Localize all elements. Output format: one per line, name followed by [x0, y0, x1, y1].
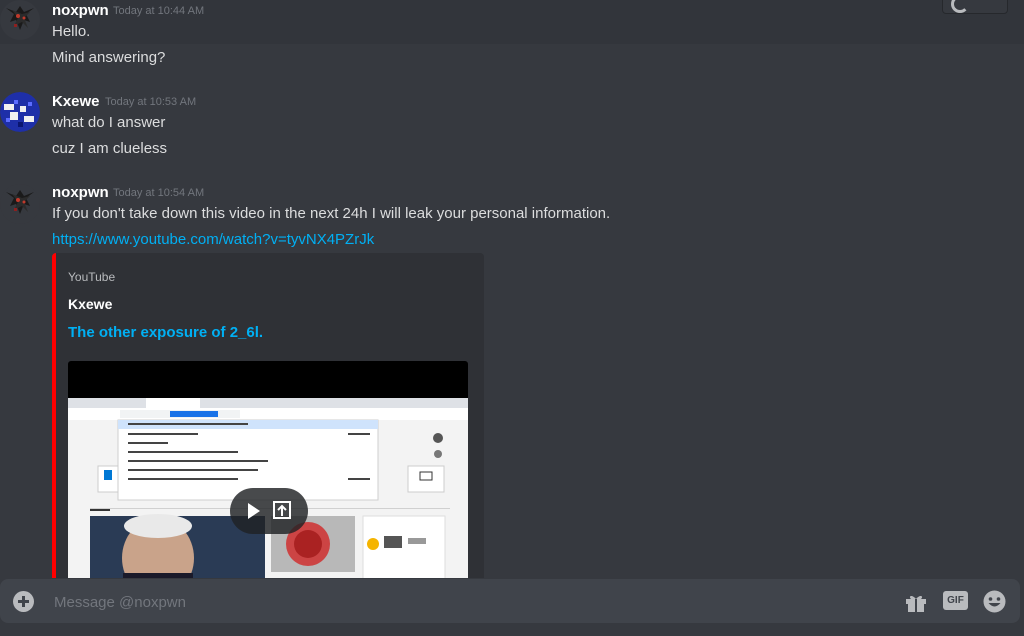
message-text: Mind answering? — [52, 49, 166, 66]
add-icon[interactable] — [13, 591, 34, 612]
reaction-icon[interactable] — [951, 0, 969, 13]
message-username[interactable]: Kxewe — [52, 93, 100, 110]
message-text: what do I answer — [52, 114, 166, 131]
kxewe-avatar-icon[interactable] — [0, 92, 40, 132]
gift-icon[interactable] — [904, 590, 928, 614]
noxpwn-avatar-icon[interactable] — [0, 0, 40, 40]
message-actions-toolbar[interactable] — [942, 0, 1008, 14]
gif-icon[interactable]: GIF — [943, 591, 968, 610]
message-timestamp: Today at 10:53 AM — [105, 96, 197, 108]
message-username[interactable]: noxpwn — [52, 2, 109, 19]
embed-author[interactable]: Kxewe — [68, 296, 112, 312]
message-text: Hello. — [52, 23, 91, 40]
message-text: If you don't take down this video in the… — [52, 205, 611, 222]
message-link[interactable]: https://www.youtube.com/watch?v=tyvNX4PZ… — [52, 231, 374, 248]
chat-window: noxpwn Today at 10:44 AM Hello. Mind ans… — [0, 0, 1024, 636]
message-composer: GIF — [0, 578, 1024, 636]
message-timestamp: Today at 10:44 AM — [113, 5, 205, 17]
message-text: cuz I am clueless — [52, 140, 168, 157]
play-button[interactable] — [230, 488, 308, 534]
composer-box: GIF — [0, 579, 1020, 623]
message-list: noxpwn Today at 10:44 AM Hello. Mind ans… — [0, 0, 1024, 578]
embed-video-player[interactable] — [68, 361, 468, 578]
youtube-embed: YouTube Kxewe The other exposure of 2_6l… — [52, 253, 484, 578]
play-icon — [248, 501, 291, 519]
embed-provider[interactable]: YouTube — [68, 270, 115, 284]
noxpwn-avatar-icon[interactable] — [0, 184, 40, 224]
message-username[interactable]: noxpwn — [52, 184, 109, 201]
message-input[interactable] — [52, 590, 876, 614]
emoji-icon[interactable] — [982, 589, 1007, 614]
message-timestamp: Today at 10:54 AM — [113, 187, 205, 199]
embed-title-link[interactable]: The other exposure of 2_6l. — [68, 324, 263, 341]
